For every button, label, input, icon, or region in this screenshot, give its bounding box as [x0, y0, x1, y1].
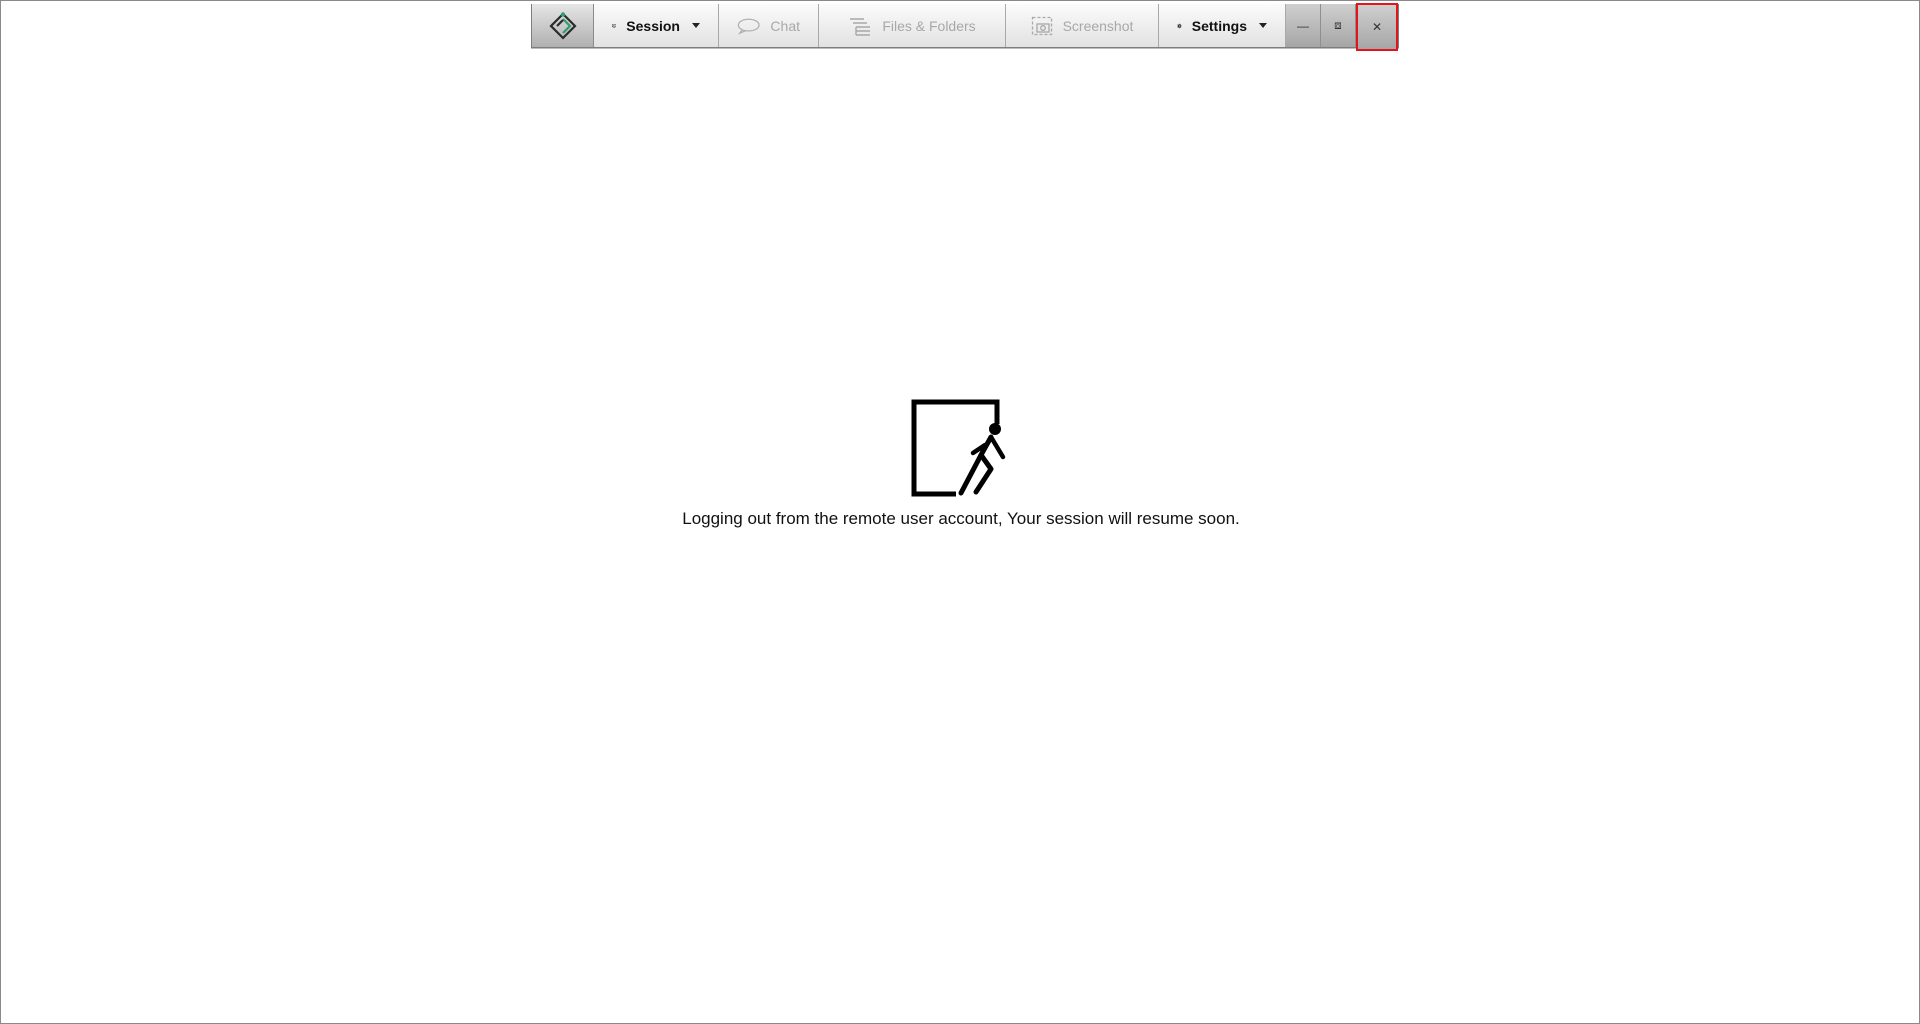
- file-transfer-icon: [850, 17, 871, 36]
- close-session-button[interactable]: ✕: [1356, 3, 1398, 51]
- chat-button[interactable]: Chat: [719, 4, 819, 47]
- session-toolbar: Session Chat Files & Folders Screenshot …: [531, 3, 1399, 51]
- chat-bubble-icon: [737, 18, 760, 35]
- screenshot-label: Screenshot: [1062, 17, 1134, 34]
- logout-door-icon: [911, 399, 1006, 497]
- restore-icon: ⧈: [1334, 18, 1342, 32]
- monitor-icon: [612, 23, 617, 28]
- files-folders-button[interactable]: Files & Folders: [819, 4, 1006, 47]
- chevron-down-icon: [692, 23, 700, 28]
- settings-menu-button[interactable]: Settings: [1159, 4, 1286, 47]
- remote-session-window: Session Chat Files & Folders Screenshot …: [0, 0, 1920, 1024]
- minimize-button[interactable]: —: [1286, 4, 1321, 47]
- minimize-icon: —: [1297, 18, 1309, 33]
- session-menu-button[interactable]: Session: [594, 4, 719, 47]
- gear-icon: [1177, 23, 1182, 28]
- close-icon: ✕: [1371, 20, 1383, 34]
- settings-label: Settings: [1191, 17, 1247, 34]
- screenshot-camera-icon: [1031, 16, 1052, 35]
- app-logo-button[interactable]: [532, 4, 594, 47]
- chat-label: Chat: [770, 17, 800, 34]
- chevron-down-icon: [1259, 23, 1267, 28]
- logout-message: Logging out from the remote user account…: [682, 509, 1240, 528]
- logout-status-panel: Logging out from the remote user account…: [1, 397, 1920, 529]
- restore-button[interactable]: ⧈: [1321, 4, 1356, 47]
- session-label: Session: [626, 17, 680, 34]
- remote-support-logo-icon: [548, 11, 577, 40]
- screenshot-button[interactable]: Screenshot: [1006, 4, 1159, 47]
- files-folders-label: Files & Folders: [882, 17, 976, 34]
